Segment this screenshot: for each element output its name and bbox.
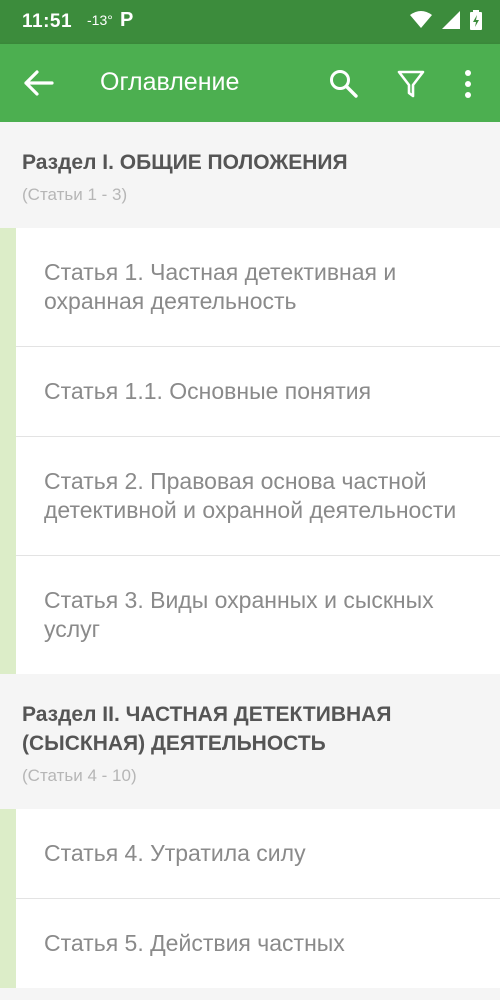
- app-toolbar: Оглавление: [0, 44, 500, 122]
- article-item[interactable]: Статья 2. Правовая основа частной детект…: [16, 437, 500, 556]
- more-vert-icon[interactable]: [456, 68, 480, 100]
- section-title: Раздел II. ЧАСТНАЯ ДЕТЕКТИВНАЯ (СЫСКНАЯ)…: [22, 703, 392, 755]
- filter-icon[interactable]: [395, 68, 427, 100]
- section-header[interactable]: Раздел I. ОБЩИЕ ПОЛОЖЕНИЯ (Статьи 1 - 3): [0, 122, 500, 206]
- article-group: Статья 1. Частная детективная и охранная…: [0, 228, 500, 674]
- section-header[interactable]: Раздел II. ЧАСТНАЯ ДЕТЕКТИВНАЯ (СЫСКНАЯ)…: [0, 674, 500, 787]
- article-item[interactable]: Статья 4. Утратила силу: [16, 809, 500, 899]
- section-range: (Статьи 1 - 3): [22, 185, 128, 204]
- battery-icon: [470, 10, 482, 30]
- wifi-icon: [410, 11, 432, 28]
- page-title: Оглавление: [100, 68, 240, 96]
- back-arrow-icon[interactable]: [22, 68, 56, 98]
- status-temperature: -13°: [87, 12, 113, 28]
- status-bar: 11:51 -13° P: [0, 0, 500, 44]
- article-item[interactable]: Статья 3. Виды охранных и сыскных услуг: [16, 556, 500, 674]
- app-notification-icon: P: [120, 9, 134, 31]
- article-item[interactable]: Статья 5. Действия частных: [16, 899, 500, 988]
- article-group: Статья 4. Утратила силу Статья 5. Действ…: [0, 809, 500, 988]
- contents-list[interactable]: Раздел I. ОБЩИЕ ПОЛОЖЕНИЯ (Статьи 1 - 3)…: [0, 122, 500, 1000]
- section-range: (Статьи 4 - 10): [22, 766, 137, 785]
- article-item[interactable]: Статья 1.1. Основные понятия: [16, 347, 500, 437]
- cellular-icon: [442, 11, 460, 29]
- status-time: 11:51: [22, 11, 73, 32]
- section-title: Раздел I. ОБЩИЕ ПОЛОЖЕНИЯ: [22, 151, 348, 174]
- article-item[interactable]: Статья 1. Частная детективная и охранная…: [16, 228, 500, 347]
- search-icon[interactable]: [328, 68, 360, 100]
- status-icons: [410, 10, 482, 30]
